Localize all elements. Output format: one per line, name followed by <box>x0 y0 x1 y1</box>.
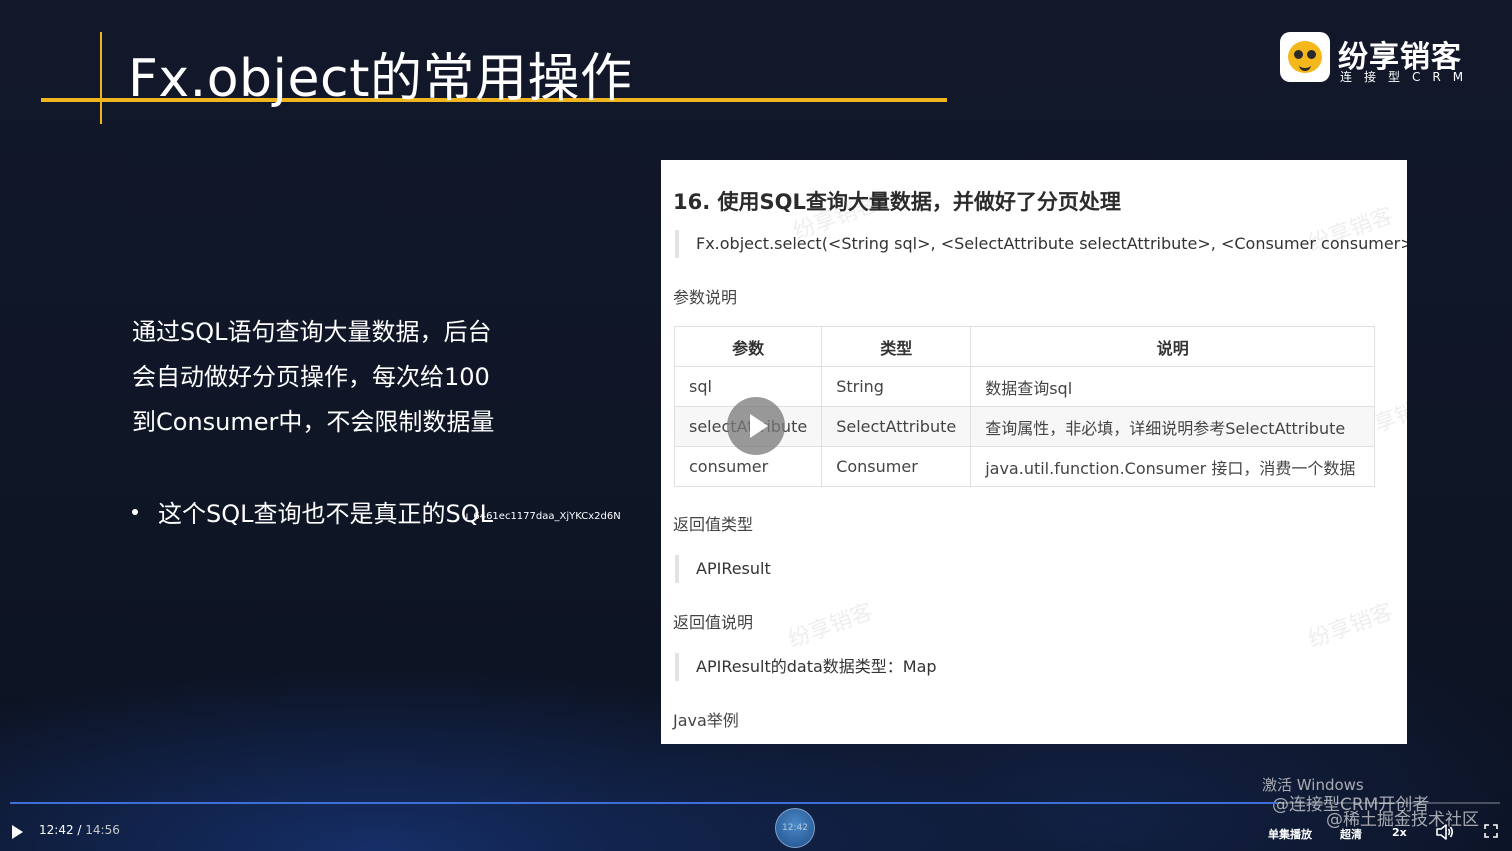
table-header: 参数 <box>673 326 823 367</box>
param-type: SelectAttribute <box>821 406 972 447</box>
param-desc: 数据查询sql <box>970 366 1376 407</box>
logo-subtitle: 连接型CRM <box>1340 70 1476 84</box>
api-signature: Fx.object.select(<String sql>, <SelectAt… <box>675 230 1407 258</box>
table-row: sql String 数据查询sql <box>673 366 1376 407</box>
progress-bar[interactable] <box>10 802 1500 804</box>
bee-logo-icon <box>1280 32 1330 82</box>
return-type-label: 返回值类型 <box>673 515 754 534</box>
time-separator: / <box>73 823 86 837</box>
params-label: 参数说明 <box>673 288 738 307</box>
return-type-value: APIResult <box>675 555 771 583</box>
player-controls: 12:42 / 14:56 12:42 单集播放 超清 2x <box>0 808 1512 851</box>
brand-logo: 纷享销客 连接型CRM <box>1280 32 1488 86</box>
param-desc: java.util.function.Consumer 接口，消费一个数据 <box>970 446 1376 487</box>
time-display: 12:42 / 14:56 <box>39 823 120 837</box>
params-table: 参数 类型 说明 sql String 数据查询sql selectAttrib… <box>673 326 1376 487</box>
doc-watermark: 纷享销客 <box>785 599 877 654</box>
table-header: 类型 <box>821 326 972 367</box>
table-row: consumer Consumer java.util.function.Con… <box>673 446 1376 487</box>
progress-fill <box>10 802 1278 804</box>
description-line: 到Consumer中，不会限制数据量 <box>132 408 495 436</box>
param-type: Consumer <box>821 446 972 487</box>
param-desc: 查询属性，非必填，详细说明参考SelectAttribute <box>970 406 1376 447</box>
description-line: 会自动做好分页操作，每次给100 <box>132 363 490 391</box>
return-desc-label: 返回值说明 <box>673 613 754 632</box>
slide-description: 通过SQL语句查询大量数据，后台 会自动做好分页操作，每次给100 到Consu… <box>132 310 532 445</box>
example-label: Java举例 <box>673 711 739 730</box>
progress-thumb-preview[interactable]: 12:42 <box>775 808 815 848</box>
title-accent-vertical <box>100 32 102 124</box>
description-line: 通过SQL语句查询大量数据，后台 <box>132 318 492 346</box>
slide-title: Fx.object的常用操作 <box>128 49 633 109</box>
play-icon[interactable] <box>12 825 23 839</box>
total-time: 14:56 <box>85 823 120 837</box>
bullet-text: 这个SQL查询也不是真正的SQL <box>158 500 493 528</box>
fullscreen-icon[interactable] <box>1484 824 1498 838</box>
return-desc-value: APIResult的data数据类型：Map <box>675 653 937 681</box>
current-time: 12:42 <box>39 823 74 837</box>
quality-button[interactable]: 超清 <box>1340 826 1362 842</box>
param-type: String <box>821 366 972 407</box>
bullet-item: 这个SQL查询也不是真正的SQL <box>132 494 493 529</box>
user-watermark: u_6461ec1177daa_XjYKCx2d6N <box>462 511 621 522</box>
doc-heading: 16. 使用SQL查询大量数据，并做好了分页处理 <box>673 190 1121 214</box>
playback-mode-button[interactable]: 单集播放 <box>1268 826 1312 842</box>
table-header: 说明 <box>970 326 1376 367</box>
speed-button[interactable]: 2x <box>1392 826 1407 839</box>
center-play-icon[interactable] <box>727 397 785 455</box>
volume-icon[interactable] <box>1436 824 1454 840</box>
doc-watermark: 纷享销客 <box>1305 599 1397 654</box>
doc-screenshot-panel: 纷享销客 纷享销客 纷享销客 纷享销客 纷享销客 16. 使用SQL查询大量数据… <box>661 160 1407 744</box>
bullet-dot-icon <box>132 509 138 515</box>
